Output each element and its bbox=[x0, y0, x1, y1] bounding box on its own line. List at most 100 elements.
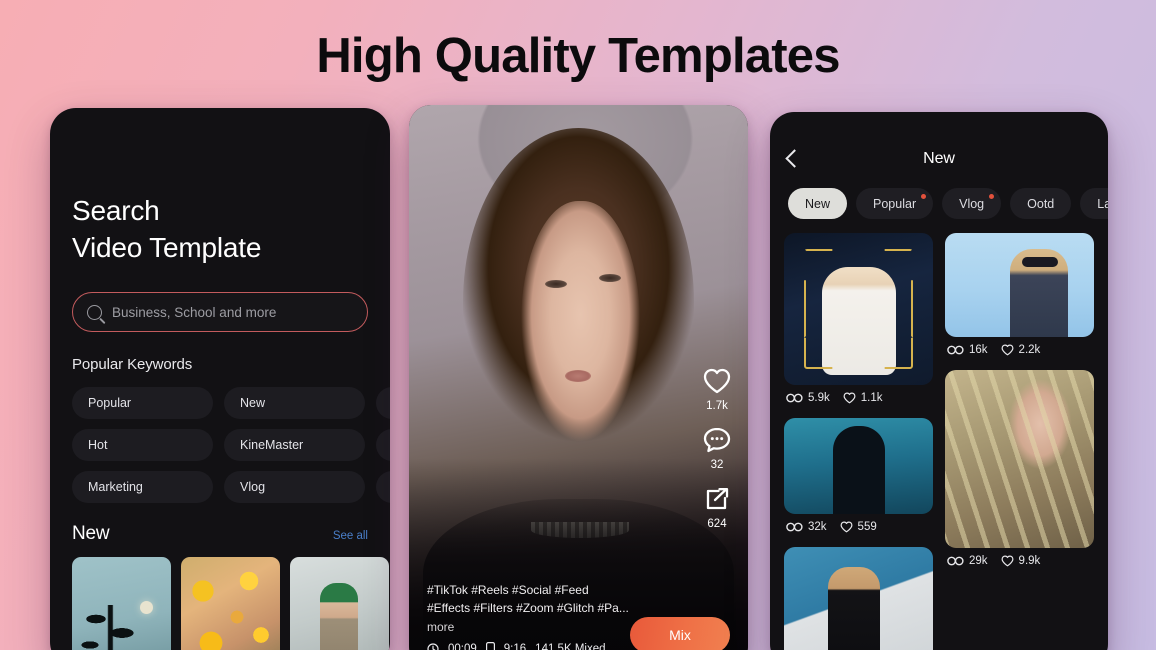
template-thumbnail-beanie[interactable] bbox=[290, 557, 389, 650]
plays-count: 5.9k bbox=[808, 392, 830, 404]
loop-icon bbox=[947, 556, 964, 566]
likes-count: 1.1k bbox=[860, 392, 883, 404]
tab-label: Vlog bbox=[959, 196, 985, 211]
tab-label: Popular bbox=[873, 196, 917, 211]
hashtags: #TikTok #Reels #Social #Feed #Effects #F… bbox=[427, 582, 730, 617]
card-stats: 32k 559 bbox=[784, 521, 933, 533]
template-thumbnail-flowers[interactable] bbox=[181, 557, 280, 650]
comment-count: 32 bbox=[710, 459, 724, 471]
clock-icon bbox=[427, 642, 439, 650]
tab-popular[interactable]: Popular bbox=[856, 188, 934, 219]
keyword-chip[interactable]: Vlog bbox=[224, 471, 365, 504]
likes-count: 559 bbox=[857, 521, 877, 533]
mix-button[interactable]: Mix bbox=[630, 617, 730, 650]
tab-ootd[interactable]: Ootd bbox=[1010, 188, 1072, 219]
template-image-plants bbox=[945, 370, 1094, 548]
template-card[interactable]: 5.9k 1.1k bbox=[784, 233, 933, 404]
heart-icon bbox=[840, 521, 853, 533]
plays-count: 29k bbox=[969, 555, 988, 567]
template-thumbnail-moon[interactable] bbox=[72, 557, 171, 650]
like-action[interactable]: 1.7k bbox=[702, 367, 732, 412]
chip-label: KineMaster bbox=[240, 438, 304, 453]
chip-label: Marketing bbox=[88, 480, 143, 495]
share-action[interactable]: 624 bbox=[702, 485, 732, 530]
photo-face bbox=[520, 200, 640, 455]
popular-keywords-label: Popular Keywords bbox=[72, 356, 193, 374]
heart-icon bbox=[703, 368, 731, 394]
photo-eye-right bbox=[598, 273, 621, 282]
search-heading: Search Video Template bbox=[72, 192, 368, 266]
search-icon bbox=[87, 304, 102, 320]
comment-icon bbox=[703, 427, 731, 453]
feed-topbar: New bbox=[770, 112, 1108, 188]
phone-icon bbox=[485, 642, 495, 650]
keyword-chip[interactable]: New bbox=[224, 387, 365, 420]
back-chevron-icon[interactable] bbox=[785, 149, 804, 168]
tab-vlog[interactable]: Vlog bbox=[942, 188, 1002, 219]
plays-count: 32k bbox=[808, 521, 827, 533]
chip-label: Hot bbox=[88, 438, 108, 453]
likes-count: 9.9k bbox=[1018, 555, 1041, 567]
feed-title: New bbox=[923, 150, 955, 167]
comment-action[interactable]: 32 bbox=[702, 426, 732, 471]
section-title: New bbox=[72, 523, 110, 545]
chip-label: Vlog bbox=[240, 480, 266, 495]
video-uses: 141.5K Mixed bbox=[535, 642, 606, 650]
search-input[interactable]: Business, School and more bbox=[72, 292, 368, 333]
tab-label[interactable]: Lab bbox=[1080, 188, 1108, 219]
loop-icon bbox=[786, 522, 803, 532]
plays-stat: 32k bbox=[786, 521, 827, 533]
photo-eye-left bbox=[544, 279, 567, 288]
keyword-chip[interactable]: KineMaster bbox=[224, 429, 365, 462]
keyword-chip[interactable]: Hot bbox=[72, 429, 213, 462]
keyword-chip[interactable] bbox=[376, 387, 390, 420]
plays-stat: 29k bbox=[947, 555, 988, 567]
keyword-chip-list: Popular New Hot KineMaster Marketing Vlo… bbox=[72, 387, 390, 504]
phone-mockup-feed: New New Popular Vlog Ootd Lab 5.9k 1.1k bbox=[770, 112, 1108, 650]
page-title: High Quality Templates bbox=[316, 29, 840, 83]
like-count: 1.7k bbox=[706, 400, 728, 412]
card-stats: 29k 9.9k bbox=[945, 555, 1094, 567]
search-placeholder: Business, School and more bbox=[112, 304, 277, 320]
new-section-header: New See all bbox=[72, 523, 368, 545]
plays-count: 16k bbox=[969, 344, 988, 356]
hashtags-line-1: #TikTok #Reels #Social #Feed bbox=[427, 583, 589, 598]
keyword-chip[interactable] bbox=[376, 471, 390, 504]
video-duration: 00:09 bbox=[448, 642, 477, 650]
template-card[interactable] bbox=[784, 547, 933, 650]
plays-stat: 16k bbox=[947, 344, 988, 356]
template-image-aquarium bbox=[784, 418, 933, 514]
heart-icon bbox=[1001, 344, 1014, 356]
chip-label: New bbox=[240, 396, 266, 411]
keyword-chip[interactable]: Popular bbox=[72, 387, 213, 420]
keyword-chip[interactable] bbox=[376, 429, 390, 462]
grid-column-right: 16k 2.2k 29k 9.9k bbox=[945, 233, 1094, 650]
see-all-link[interactable]: See all bbox=[333, 530, 368, 542]
share-icon bbox=[706, 488, 729, 510]
video-metadata: #TikTok #Reels #Social #Feed #Effects #F… bbox=[427, 582, 730, 650]
template-card[interactable]: 32k 559 bbox=[784, 418, 933, 533]
hashtags-line-2: #Effects #Filters #Zoom #Glitch #Pa... bbox=[427, 600, 629, 615]
heart-icon bbox=[1001, 555, 1014, 567]
chip-label: Popular bbox=[88, 396, 132, 411]
template-masonry-grid: 5.9k 1.1k 32k 559 16k 2.2k 29k 9.9k bbox=[770, 219, 1108, 650]
photo-lips bbox=[564, 369, 591, 382]
likes-stat: 9.9k bbox=[1001, 555, 1041, 567]
card-stats: 16k 2.2k bbox=[945, 344, 1094, 356]
template-card[interactable]: 16k 2.2k bbox=[945, 233, 1094, 356]
tab-new[interactable]: New bbox=[788, 188, 848, 219]
heading-line-1: Search bbox=[72, 195, 160, 226]
video-ratio: 9:16 bbox=[503, 642, 527, 650]
new-template-thumbnails bbox=[72, 557, 389, 650]
template-image-sunglasses bbox=[945, 233, 1094, 337]
category-tabs: New Popular Vlog Ootd Lab bbox=[770, 188, 1108, 219]
tab-label: Ootd bbox=[1027, 196, 1055, 211]
likes-stat: 2.2k bbox=[1001, 344, 1040, 356]
template-image-dress bbox=[784, 233, 933, 385]
keyword-chip[interactable]: Marketing bbox=[72, 471, 213, 504]
template-card[interactable]: 29k 9.9k bbox=[945, 370, 1094, 567]
new-badge-dot bbox=[921, 194, 927, 199]
template-image-blue-wall bbox=[784, 547, 933, 650]
action-rail: 1.7k 32 624 bbox=[702, 367, 732, 530]
heading-line-2: Video Template bbox=[72, 232, 262, 264]
